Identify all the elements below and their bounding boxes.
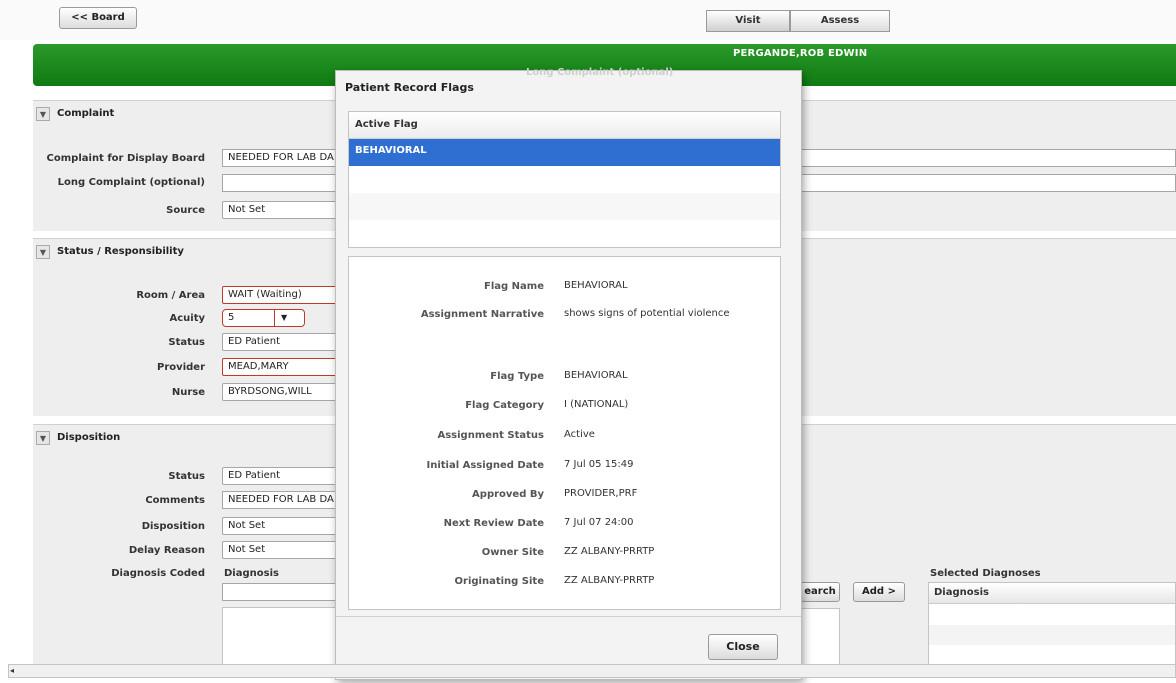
dialog-divider — [336, 616, 801, 617]
active-flags-list[interactable]: Active Flag BEHAVIORAL — [348, 111, 781, 248]
top-toolbar: << Board Visit Assess — [0, 0, 1176, 40]
search-button[interactable]: earch — [800, 582, 840, 602]
tab-visit[interactable]: Visit — [706, 10, 790, 32]
detail-label: Flag Type — [490, 371, 544, 382]
detail-label: Flag Name — [484, 281, 544, 292]
background-ghost-text: Long Complaint (optional) — [526, 67, 674, 78]
diagnosis-column-header: Diagnosis — [934, 587, 989, 598]
comments-label: Comments — [145, 495, 205, 506]
acuity-label: Acuity — [169, 313, 205, 324]
disposition-label: Disposition — [141, 521, 205, 532]
flag-details-panel: Flag Name BEHAVIORAL Assignment Narrativ… — [348, 256, 781, 610]
detail-value: 7 Jul 05 15:49 — [564, 459, 634, 470]
active-flag-column-header: Active Flag — [355, 119, 418, 130]
collapse-triangle-icon[interactable]: ▼ — [36, 431, 50, 445]
section-title: Complaint — [57, 108, 115, 119]
comments-input[interactable]: NEEDED FOR LAB DA — [222, 491, 342, 509]
detail-label: Approved By — [472, 489, 544, 500]
detail-label: Assignment Narrative — [420, 309, 544, 320]
detail-label: Flag Category — [465, 400, 544, 411]
back-to-board-button[interactable]: << Board — [59, 7, 137, 29]
diagnosis-search-input[interactable] — [222, 583, 342, 601]
close-button[interactable]: Close — [708, 634, 778, 660]
detail-value: ZZ ALBANY-PRRTP — [564, 546, 655, 557]
source-label: Source — [166, 205, 205, 216]
detail-label: Initial Assigned Date — [426, 460, 544, 471]
flag-name-item: BEHAVIORAL — [355, 145, 427, 156]
nurse-select[interactable]: BYRDSONG,WILL — [222, 383, 342, 401]
disposition-select[interactable]: Not Set — [222, 517, 342, 535]
search-results-panel — [800, 608, 840, 665]
source-select[interactable]: Not Set — [222, 201, 342, 219]
detail-value: PROVIDER,PRF — [564, 488, 638, 499]
room-area-select[interactable]: WAIT (Waiting) — [222, 286, 342, 304]
detail-value: BEHAVIORAL — [564, 280, 628, 291]
detail-label: Assignment Status — [437, 430, 544, 441]
table-row[interactable] — [929, 625, 1175, 645]
display-board-label: Complaint for Display Board — [46, 153, 205, 164]
selected-diagnoses-title: Selected Diagnoses — [930, 568, 1041, 579]
long-complaint-label: Long Complaint (optional) — [57, 177, 205, 188]
delay-reason-select[interactable]: Not Set — [222, 541, 342, 559]
diagnosis-column-label: Diagnosis — [224, 568, 279, 579]
table-header: Diagnosis — [929, 583, 1175, 604]
status-select[interactable]: ED Patient — [222, 333, 342, 351]
scroll-left-icon[interactable]: ◂ — [10, 665, 14, 677]
detail-value: BEHAVIORAL — [564, 370, 628, 381]
list-item-empty — [349, 193, 780, 220]
detail-value: 7 Jul 07 24:00 — [564, 517, 634, 528]
diagnosis-coded-label: Diagnosis Coded — [111, 568, 205, 579]
tab-assess[interactable]: Assess — [790, 10, 890, 32]
detail-value: I (NATIONAL) — [564, 399, 629, 410]
detail-label: Owner Site — [481, 547, 544, 558]
diagnosis-results-list[interactable] — [222, 607, 342, 665]
list-header: Active Flag — [349, 112, 780, 139]
select-divider — [274, 310, 275, 326]
section-title: Status / Responsibility — [57, 246, 184, 257]
acuity-value: 5 — [228, 312, 235, 323]
patient-record-flags-dialog: Patient Record Flags Long Complaint (opt… — [335, 67, 802, 680]
dropdown-arrow-icon[interactable]: ▼ — [281, 310, 287, 326]
provider-label: Provider — [157, 362, 205, 373]
provider-select[interactable]: MEAD,MARY — [222, 358, 342, 376]
add-diagnosis-button[interactable]: Add > — [853, 582, 905, 602]
patient-name: PERGANDE,ROB EDWIN — [733, 48, 868, 59]
detail-label: Next Review Date — [443, 518, 544, 529]
detail-value: shows signs of potential violence — [564, 308, 730, 319]
detail-value: ZZ ALBANY-PRRTP — [564, 575, 655, 586]
disposition-status-label: Status — [168, 471, 205, 482]
disposition-status-select[interactable]: ED Patient — [222, 467, 342, 485]
list-item[interactable]: BEHAVIORAL — [349, 139, 780, 166]
section-title: Disposition — [57, 432, 121, 443]
acuity-select[interactable]: 5 ▼ — [222, 309, 305, 327]
detail-label: Originating Site — [454, 576, 544, 587]
nurse-label: Nurse — [171, 387, 205, 398]
collapse-triangle-icon[interactable]: ▼ — [36, 107, 50, 121]
status-label: Status — [168, 337, 205, 348]
dialog-title: Patient Record Flags — [345, 81, 474, 94]
room-area-label: Room / Area — [136, 290, 205, 301]
horizontal-scrollbar[interactable]: ◂ — [8, 664, 1176, 678]
collapse-triangle-icon[interactable]: ▼ — [36, 245, 50, 259]
detail-value: Active — [564, 429, 595, 440]
selected-diagnoses-table[interactable]: Diagnosis — [928, 582, 1176, 665]
delay-reason-label: Delay Reason — [128, 545, 205, 556]
